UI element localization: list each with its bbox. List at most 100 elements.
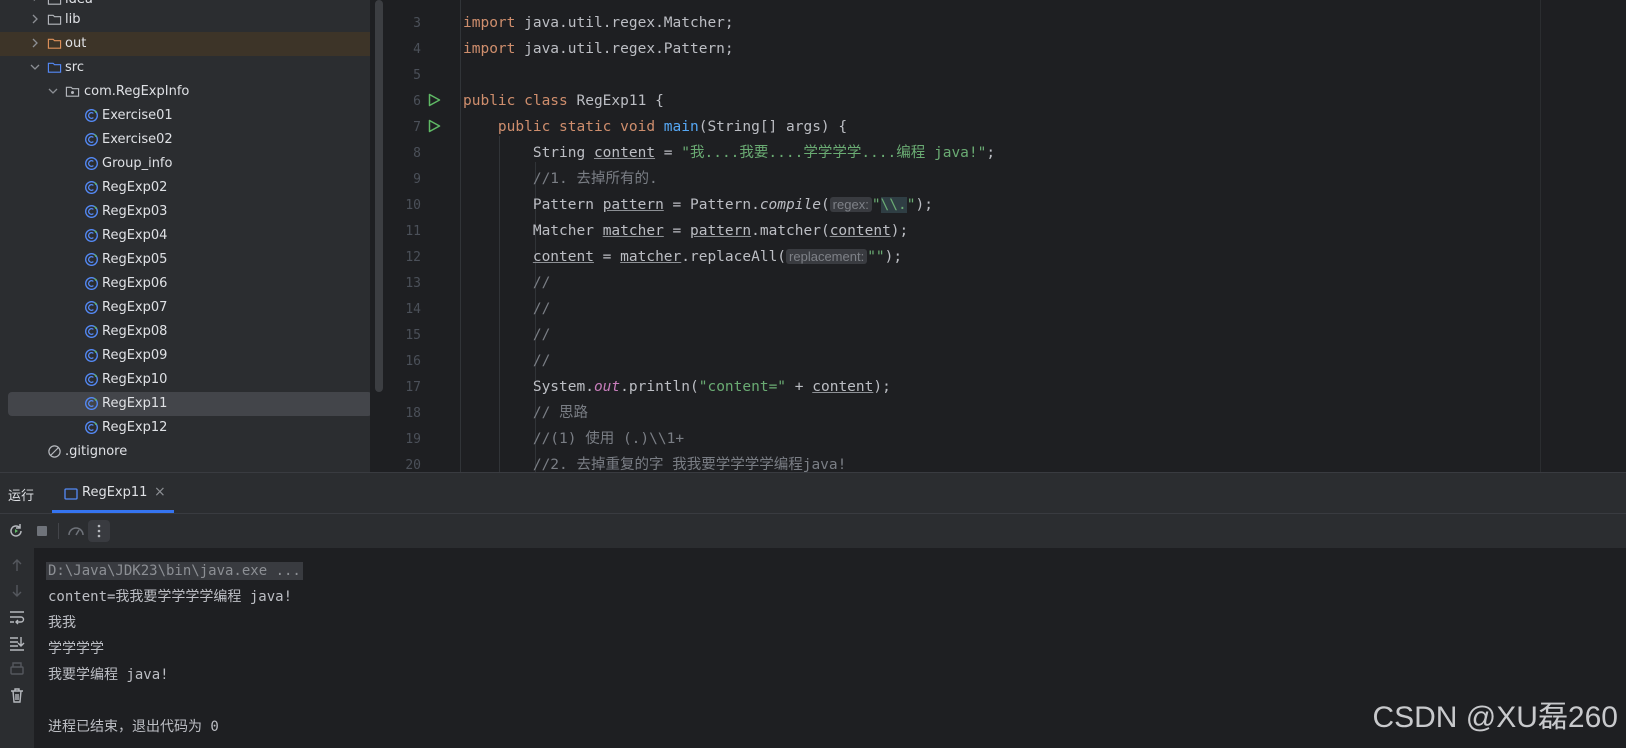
run-window-title: 运行 [8,489,35,504]
tree-item-class[interactable]: RegExp04 [0,224,370,248]
code-line: //2. 去掉重复的字 我我要学学学学编程java! [532,457,847,472]
tree-item-label: RegExp02 [102,180,168,195]
trash-icon[interactable] [8,686,26,704]
code-line: // [532,353,551,369]
chevron-right-icon[interactable] [28,12,42,26]
console-line: 我要学编程 java! [48,667,169,683]
tree-item-class[interactable]: RegExp08 [0,320,370,344]
chevron-down-icon[interactable] [28,60,42,74]
line-number: 7 [413,120,421,135]
gutter-divider [460,0,461,472]
tree-item-class[interactable]: RegExp10 [0,368,370,392]
tree-item-class[interactable]: RegExp05 [0,248,370,272]
code-line: // 思路 [532,405,589,421]
tree-item-src[interactable]: src [0,56,370,80]
code-line: Pattern pattern = Pattern.compile(regex:… [532,197,933,213]
line-number: 13 [405,276,421,291]
attach-profiler-icon[interactable] [66,521,86,541]
arrow-down-icon[interactable] [8,582,26,600]
tree-item-package[interactable]: com.RegExpInfo [0,80,370,104]
scroll-to-end-icon[interactable] [8,634,26,652]
tree-item-class[interactable]: Exercise02 [0,128,370,152]
tree-scrollbar[interactable] [375,0,383,392]
java-class-icon [85,229,98,242]
tree-item-class[interactable]: RegExp02 [0,176,370,200]
tree-item-lib[interactable]: lib [0,8,370,32]
code-line: //1. 去掉所有的. [532,171,658,187]
tree-item-class[interactable]: RegExp09 [0,344,370,368]
watermark: CSDN @XU磊260 [1372,701,1618,734]
tree-item-label: com.RegExpInfo [84,84,190,99]
tree-item-label: Exercise01 [102,108,173,123]
folder-icon [47,14,62,25]
tree-item-label: src [65,60,84,75]
code-line: import java.util.regex.Pattern; [463,41,734,57]
chevron-right-icon[interactable]: › [28,0,42,6]
package-icon [65,86,80,97]
tree-item-class[interactable]: RegExp03 [0,200,370,224]
folder-icon [47,0,62,5]
excluded-folder-icon [47,38,62,49]
chevron-down-icon[interactable] [46,84,60,98]
tree-item-label: RegExp07 [102,300,168,315]
run-icon[interactable] [427,119,441,133]
line-number: 5 [413,68,421,83]
code-line: String content = "我....我要....学学学学....编程 … [532,145,996,161]
java-class-icon [85,373,98,386]
code-line: public static void main(String[] args) { [497,119,848,135]
tree-item-class-selected[interactable]: RegExp11 [8,392,370,416]
chevron-right-icon[interactable] [28,36,42,50]
rerun-icon[interactable] [6,521,26,541]
tree-item-label: out [65,36,87,51]
tree-item-class[interactable]: Exercise01 [0,104,370,128]
run-tool-window: 运行 RegExp11 × D:\Java\JDK23\bin\java.exe… [0,472,1626,748]
tree-item-class[interactable]: Group_info [0,152,370,176]
line-number: 19 [405,432,421,447]
tree-item-label: RegExp03 [102,204,168,219]
line-number: 3 [413,16,421,31]
line-number: 6 [413,94,421,109]
console-line: 我我 [48,615,76,631]
close-icon[interactable]: × [154,484,166,500]
tree-item-out[interactable]: out [0,32,370,56]
line-number: 9 [413,172,421,187]
console-line: content=我我要学学学学编程 java! [48,589,293,605]
line-number: 11 [405,224,421,239]
soft-wrap-icon[interactable] [8,608,26,626]
run-toolbar [0,514,1626,548]
tree-item-class[interactable]: RegExp12 [0,416,370,440]
code-line: import java.util.regex.Matcher; [463,15,734,31]
tree-item-label: RegExp08 [102,324,168,339]
tree-item-class[interactable]: RegExp06 [0,272,370,296]
java-class-icon [85,301,98,314]
run-icon[interactable] [427,93,441,107]
run-side-toolbar [0,548,34,748]
line-number: 15 [405,328,421,343]
active-tab-indicator [52,510,174,513]
ignore-file-icon [48,445,61,458]
tree-item-label: RegExp04 [102,228,168,243]
tree-item-gitignore[interactable]: .gitignore [0,440,370,464]
run-tab-label: RegExp11 [82,485,148,500]
tree-item-label: RegExp05 [102,252,168,267]
more-vertical-icon [97,524,101,538]
line-number: 18 [405,406,421,421]
arrow-up-icon[interactable] [8,556,26,574]
java-class-icon [85,397,98,410]
tree-item-label: Exercise02 [102,132,173,147]
print-icon[interactable] [8,660,26,678]
code-line: Matcher matcher = pattern.matcher(conten… [532,223,909,239]
tree-item-label: RegExp09 [102,348,168,363]
code-editor[interactable]: 3 4 5 6 7 8 9 10 11 12 13 14 15 16 17 18… [385,0,1626,472]
java-class-icon [85,253,98,266]
code-line: // [532,301,551,317]
tree-item-label: RegExp10 [102,372,168,387]
console-command-line[interactable]: D:\Java\JDK23\bin\java.exe ... [46,562,303,580]
line-number: 4 [413,42,421,57]
more-actions-button[interactable] [88,520,110,542]
stop-icon[interactable] [32,521,52,541]
tree-item-class[interactable]: RegExp07 [0,296,370,320]
toolbar-separator [58,523,59,539]
tree-item-label: RegExp11 [102,396,168,411]
parameter-hint: regex: [829,197,872,212]
